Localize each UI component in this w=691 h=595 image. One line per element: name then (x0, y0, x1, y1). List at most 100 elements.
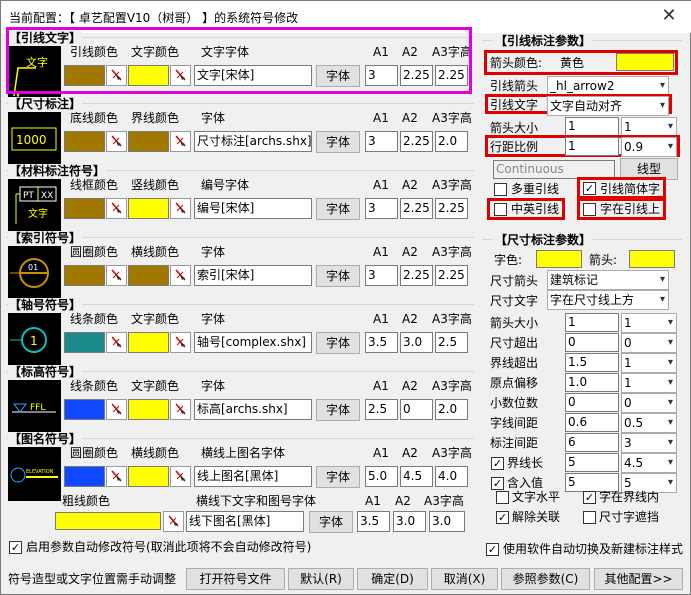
thick-line-color-swatch[interactable] (55, 512, 161, 530)
index-color2-swatch[interactable] (128, 265, 169, 286)
color-picker-icon[interactable] (106, 332, 127, 353)
ok-button[interactable]: 确定(D) (357, 568, 428, 590)
arrow-size-select[interactable]: 1 ▾ (621, 117, 677, 137)
dim-arrow-color-swatch[interactable] (629, 250, 675, 268)
elevation-font-button[interactable]: 字体 (316, 399, 360, 421)
axis-font-button[interactable]: 字体 (316, 332, 360, 354)
open-symbol-file-button[interactable]: 打开符号文件 (186, 568, 285, 590)
figure_name-a1-input[interactable]: 5.0 (365, 466, 398, 487)
unassoc-checkbox[interactable]: ✓ (496, 511, 509, 524)
auto-modify-checkbox[interactable]: ✓ (9, 541, 22, 554)
color-picker-icon[interactable] (170, 198, 191, 219)
dimension-a2-input[interactable]: 2.25 (400, 131, 433, 152)
axis-font-input[interactable]: 轴号[complex.shx] (194, 332, 312, 353)
dim-row-select[interactable]: 1 ▾ (621, 353, 677, 373)
material-a2-input[interactable]: 2.25 (400, 198, 433, 219)
close-button[interactable]: ✕ (654, 5, 684, 27)
index-font-button[interactable]: 字体 (316, 265, 360, 287)
figure_name-font-input[interactable]: 线上图名[黑体] (194, 466, 312, 487)
text-horizontal-checkbox[interactable] (496, 491, 509, 504)
dim-row-input[interactable]: 1 (565, 313, 619, 332)
dim-row-checkbox[interactable]: ✓ (491, 457, 504, 470)
figure-name-font2-button[interactable]: 字体 (309, 511, 353, 533)
dim-row-input[interactable]: 5 (565, 453, 619, 472)
arrow-size-input[interactable]: 1 (565, 117, 619, 136)
color-picker-icon[interactable] (106, 198, 127, 219)
dim-text-color-swatch[interactable] (536, 250, 582, 268)
axis-a3-input[interactable]: 2.5 (435, 332, 468, 353)
dim-row-input[interactable]: 1.5 (565, 353, 619, 372)
dim-row-input[interactable]: 0 (565, 393, 619, 412)
index-a3-input[interactable]: 2.25 (435, 265, 468, 286)
dimension-color2-swatch[interactable] (128, 131, 169, 152)
leader-arrow-select[interactable]: _hl_arrow2 ▾ (547, 76, 669, 96)
material-color1-swatch[interactable] (64, 198, 105, 219)
cn-en-checkbox[interactable] (494, 203, 507, 216)
color-picker-icon[interactable] (170, 399, 191, 420)
elevation-color2-swatch[interactable] (128, 399, 169, 420)
figure_name-color1-swatch[interactable] (64, 466, 105, 487)
axis-color2-swatch[interactable] (128, 332, 169, 353)
index-a2-input[interactable]: 2.25 (400, 265, 433, 286)
simplified-checkbox[interactable]: ✓ (583, 182, 596, 195)
color-picker-icon[interactable] (170, 332, 191, 353)
dim-row-select[interactable]: 1 ▾ (621, 373, 677, 393)
color-picker-icon[interactable] (106, 466, 127, 487)
dim-row-select[interactable]: 0 ▾ (621, 393, 677, 413)
reference-params-button[interactable]: 参照参数(C) (501, 568, 590, 590)
axis-a1-input[interactable]: 3.5 (365, 332, 398, 353)
material-a3-input[interactable]: 2.25 (435, 198, 468, 219)
color-picker-icon[interactable] (170, 466, 191, 487)
dim-arrow-select[interactable]: 建筑标记 ▾ (547, 270, 669, 290)
elevation-color1-swatch[interactable] (64, 399, 105, 420)
dimension-font-button[interactable]: 字体 (316, 131, 360, 153)
axis-color1-swatch[interactable] (64, 332, 105, 353)
multi-leader-checkbox[interactable] (494, 183, 507, 196)
index-color1-swatch[interactable] (64, 265, 105, 286)
dim-text-select[interactable]: 字在尺寸线上方 ▾ (547, 290, 669, 310)
dimension-a1-input[interactable]: 3 (365, 131, 398, 152)
line-spacing-input[interactable]: 1 (565, 137, 619, 156)
dim-row-select[interactable]: 4.5 ▾ (621, 453, 677, 473)
elevation-a1-input[interactable]: 2.5 (365, 399, 398, 420)
dim-row-input[interactable]: 1.0 (565, 373, 619, 392)
color-picker-icon[interactable] (106, 399, 127, 420)
figure_name-a2-input[interactable]: 4.5 (400, 466, 433, 487)
figure_name-font-button[interactable]: 字体 (316, 466, 360, 488)
more-config-button[interactable]: 其他配置>> (594, 568, 683, 590)
dim-row-input[interactable]: 6 (565, 433, 619, 452)
index-font-input[interactable]: 索引[宋体] (194, 265, 312, 286)
material-a1-input[interactable]: 3 (365, 198, 398, 219)
material-font-input[interactable]: 编号[宋体] (194, 198, 312, 219)
dimension-font-input[interactable]: 尺寸标注[archs.shx] (194, 131, 312, 152)
dimension-color1-swatch[interactable] (64, 131, 105, 152)
dim-row-select[interactable]: 3 ▾ (621, 433, 677, 453)
dim-row-checkbox[interactable]: ✓ (491, 477, 504, 490)
figure-name-b2-input[interactable]: 3.0 (393, 511, 426, 532)
color-picker-icon[interactable] (106, 131, 127, 152)
cancel-button[interactable]: 取消(X) (431, 568, 498, 590)
dim-row-select[interactable]: 0.5 ▾ (621, 413, 677, 433)
dim-row-select[interactable]: 1 ▾ (621, 313, 677, 333)
default-button[interactable]: 默认(R) (288, 568, 354, 590)
color-picker-icon[interactable] (163, 511, 184, 532)
axis-a2-input[interactable]: 3.0 (400, 332, 433, 353)
elevation-a3-input[interactable]: 2.0 (435, 399, 468, 420)
figure-name-b1-input[interactable]: 3.5 (357, 511, 390, 532)
arrow-color-swatch[interactable] (616, 53, 674, 71)
dim-row-select[interactable]: 0 ▾ (621, 333, 677, 353)
elevation-font-input[interactable]: 标高[archs.shx] (194, 399, 312, 420)
on-line-checkbox[interactable] (583, 203, 596, 216)
material-color2-swatch[interactable] (128, 198, 169, 219)
figure_name-color2-swatch[interactable] (128, 466, 169, 487)
index-a1-input[interactable]: 3 (365, 265, 398, 286)
dim-row-input[interactable]: 0 (565, 333, 619, 352)
line-spacing-select[interactable]: 0.9 ▾ (621, 137, 677, 157)
color-picker-icon[interactable] (170, 131, 191, 152)
leader-text-select[interactable]: 文字自动对齐 ▾ (547, 96, 669, 116)
text-in-ext-checkbox[interactable]: ✓ (583, 491, 596, 504)
figure_name-a3-input[interactable]: 4.0 (435, 466, 468, 487)
dim-mask-checkbox[interactable] (583, 511, 596, 524)
material-font-button[interactable]: 字体 (316, 198, 360, 220)
color-picker-icon[interactable] (170, 265, 191, 286)
